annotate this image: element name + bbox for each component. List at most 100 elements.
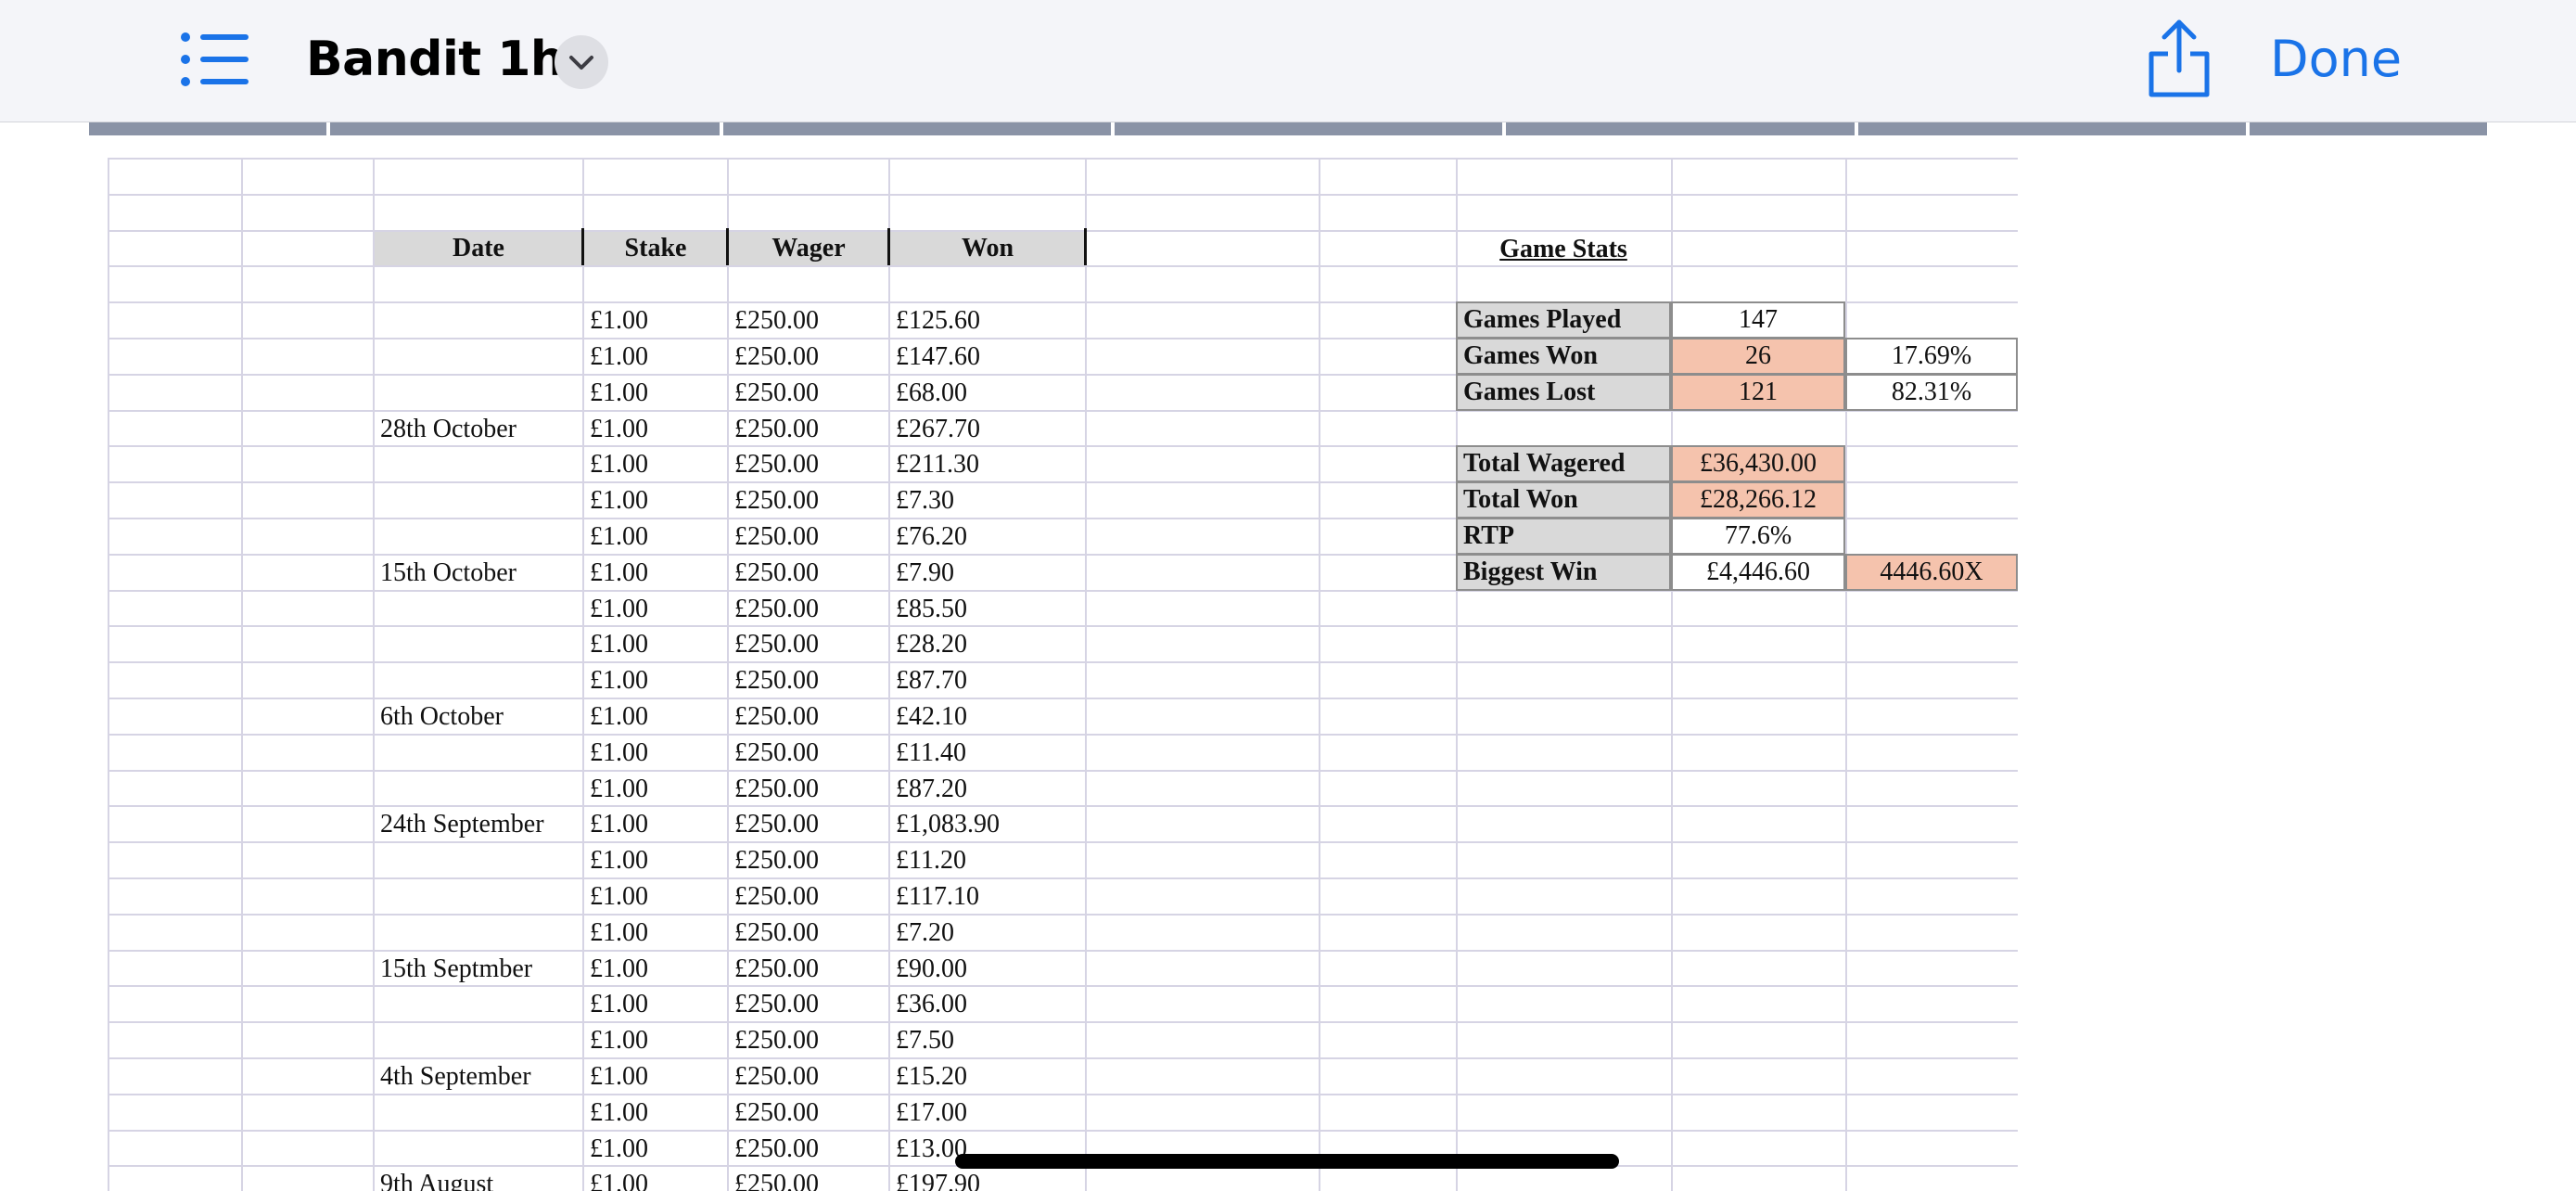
stat-label: Total Wagered xyxy=(1456,445,1671,483)
stake-cell[interactable]: £1.00 xyxy=(584,843,727,878)
won-cell[interactable]: £1,083.90 xyxy=(890,807,1085,842)
stat-value[interactable]: £36,430.00 xyxy=(1671,445,1845,483)
document-title[interactable]: Bandit 1h xyxy=(306,26,565,93)
won-cell[interactable]: £211.30 xyxy=(890,447,1085,482)
won-cell[interactable]: £90.00 xyxy=(890,952,1085,987)
wager-cell[interactable]: £250.00 xyxy=(729,1059,888,1095)
chevron-down-icon[interactable] xyxy=(555,35,608,89)
list-icon[interactable] xyxy=(174,26,252,93)
stake-cell[interactable]: £1.00 xyxy=(584,339,727,375)
stake-cell[interactable]: £1.00 xyxy=(584,412,727,447)
stake-cell[interactable]: £1.00 xyxy=(584,987,727,1022)
won-cell[interactable]: £42.10 xyxy=(890,699,1085,735)
stake-cell[interactable]: £1.00 xyxy=(584,916,727,951)
stat-value[interactable]: 147 xyxy=(1671,301,1845,339)
wager-cell[interactable]: £250.00 xyxy=(729,952,888,987)
wager-cell[interactable]: £250.00 xyxy=(729,483,888,519)
stat-value[interactable]: 77.6% xyxy=(1671,518,1845,555)
stake-cell[interactable]: £1.00 xyxy=(584,447,727,482)
won-cell[interactable]: £197.90 xyxy=(890,1167,1085,1191)
stake-cell[interactable]: £1.00 xyxy=(584,303,727,339)
won-cell[interactable]: £28.20 xyxy=(890,627,1085,662)
wager-cell[interactable]: £250.00 xyxy=(729,843,888,878)
stake-cell[interactable]: £1.00 xyxy=(584,483,727,519)
wager-cell[interactable]: £250.00 xyxy=(729,1132,888,1167)
wager-cell[interactable]: £250.00 xyxy=(729,987,888,1022)
won-cell[interactable]: £11.40 xyxy=(890,736,1085,771)
column-header-stake[interactable]: Stake xyxy=(584,231,727,266)
won-cell[interactable]: £7.20 xyxy=(890,916,1085,951)
stat-value[interactable]: £28,266.12 xyxy=(1671,481,1845,519)
column-header-wager[interactable]: Wager xyxy=(729,231,888,266)
wager-cell[interactable]: £250.00 xyxy=(729,663,888,698)
wager-cell[interactable]: £250.00 xyxy=(729,736,888,771)
sheet-tab-strip[interactable] xyxy=(89,122,2487,135)
stake-cell[interactable]: £1.00 xyxy=(584,519,727,555)
won-cell[interactable]: £36.00 xyxy=(890,987,1085,1022)
spreadsheet-grid[interactable]: Date Stake Wager Won £1.00 £250.00 £125.60 £1.0… xyxy=(108,158,2018,1191)
stake-cell[interactable]: £1.00 xyxy=(584,592,727,627)
column-header-won[interactable]: Won xyxy=(890,231,1085,266)
won-cell[interactable]: £68.00 xyxy=(890,376,1085,411)
stake-cell[interactable]: £1.00 xyxy=(584,736,727,771)
wager-cell[interactable]: £250.00 xyxy=(729,412,888,447)
stat-extra-value[interactable]: 4446.60X xyxy=(1845,553,2018,591)
stake-cell[interactable]: £1.00 xyxy=(584,879,727,915)
stake-cell[interactable]: £1.00 xyxy=(584,556,727,591)
stat-extra-value[interactable]: 17.69% xyxy=(1845,338,2018,375)
won-cell[interactable]: £17.00 xyxy=(890,1095,1085,1131)
wager-cell[interactable]: £250.00 xyxy=(729,303,888,339)
stat-value[interactable]: 26 xyxy=(1671,338,1845,375)
won-cell[interactable]: £85.50 xyxy=(890,592,1085,627)
wager-cell[interactable]: £250.00 xyxy=(729,1167,888,1191)
won-cell[interactable]: £7.50 xyxy=(890,1023,1085,1058)
stake-cell[interactable]: £1.00 xyxy=(584,1023,727,1058)
wager-cell[interactable]: £250.00 xyxy=(729,1023,888,1058)
won-cell[interactable]: £11.20 xyxy=(890,843,1085,878)
won-cell[interactable]: £147.60 xyxy=(890,339,1085,375)
grid-line xyxy=(108,158,109,1191)
wager-cell[interactable]: £250.00 xyxy=(729,519,888,555)
stake-cell[interactable]: £1.00 xyxy=(584,1095,727,1131)
wager-cell[interactable]: £250.00 xyxy=(729,376,888,411)
wager-cell[interactable]: £250.00 xyxy=(729,556,888,591)
wager-cell[interactable]: £250.00 xyxy=(729,592,888,627)
stake-cell[interactable]: £1.00 xyxy=(584,952,727,987)
won-cell[interactable]: £15.20 xyxy=(890,1059,1085,1095)
stake-cell[interactable]: £1.00 xyxy=(584,663,727,698)
share-icon[interactable] xyxy=(2144,17,2214,100)
stat-value[interactable]: 121 xyxy=(1671,373,1845,411)
stake-cell[interactable]: £1.00 xyxy=(584,376,727,411)
won-cell[interactable]: £87.20 xyxy=(890,772,1085,807)
won-cell[interactable]: £267.70 xyxy=(890,412,1085,447)
wager-cell[interactable]: £250.00 xyxy=(729,699,888,735)
grid-line xyxy=(108,158,2018,160)
wager-cell[interactable]: £250.00 xyxy=(729,627,888,662)
done-button[interactable]: Done xyxy=(2270,24,2402,95)
wager-cell[interactable]: £250.00 xyxy=(729,879,888,915)
wager-cell[interactable]: £250.00 xyxy=(729,807,888,842)
won-cell[interactable]: £87.70 xyxy=(890,663,1085,698)
wager-cell[interactable]: £250.00 xyxy=(729,339,888,375)
stake-cell[interactable]: £1.00 xyxy=(584,699,727,735)
stake-cell[interactable]: £1.00 xyxy=(584,772,727,807)
wager-cell[interactable]: £250.00 xyxy=(729,447,888,482)
stat-extra-value[interactable]: 82.31% xyxy=(1845,373,2018,411)
won-cell[interactable]: £117.10 xyxy=(890,879,1085,915)
won-cell[interactable]: £76.20 xyxy=(890,519,1085,555)
wager-cell[interactable]: £250.00 xyxy=(729,1095,888,1131)
won-cell[interactable]: £125.60 xyxy=(890,303,1085,339)
stat-value[interactable]: £4,446.60 xyxy=(1671,553,1845,591)
stake-cell[interactable]: £1.00 xyxy=(584,1132,727,1167)
stake-cell[interactable]: £1.00 xyxy=(584,807,727,842)
wager-cell[interactable]: £250.00 xyxy=(729,916,888,951)
grid-line xyxy=(373,158,375,1191)
stake-cell[interactable]: £1.00 xyxy=(584,627,727,662)
stake-cell[interactable]: £1.00 xyxy=(584,1167,727,1191)
tab-divider xyxy=(1111,122,1115,135)
won-cell[interactable]: £7.90 xyxy=(890,556,1085,591)
stake-cell[interactable]: £1.00 xyxy=(584,1059,727,1095)
column-header-date[interactable]: Date xyxy=(375,231,582,266)
won-cell[interactable]: £7.30 xyxy=(890,483,1085,519)
wager-cell[interactable]: £250.00 xyxy=(729,772,888,807)
